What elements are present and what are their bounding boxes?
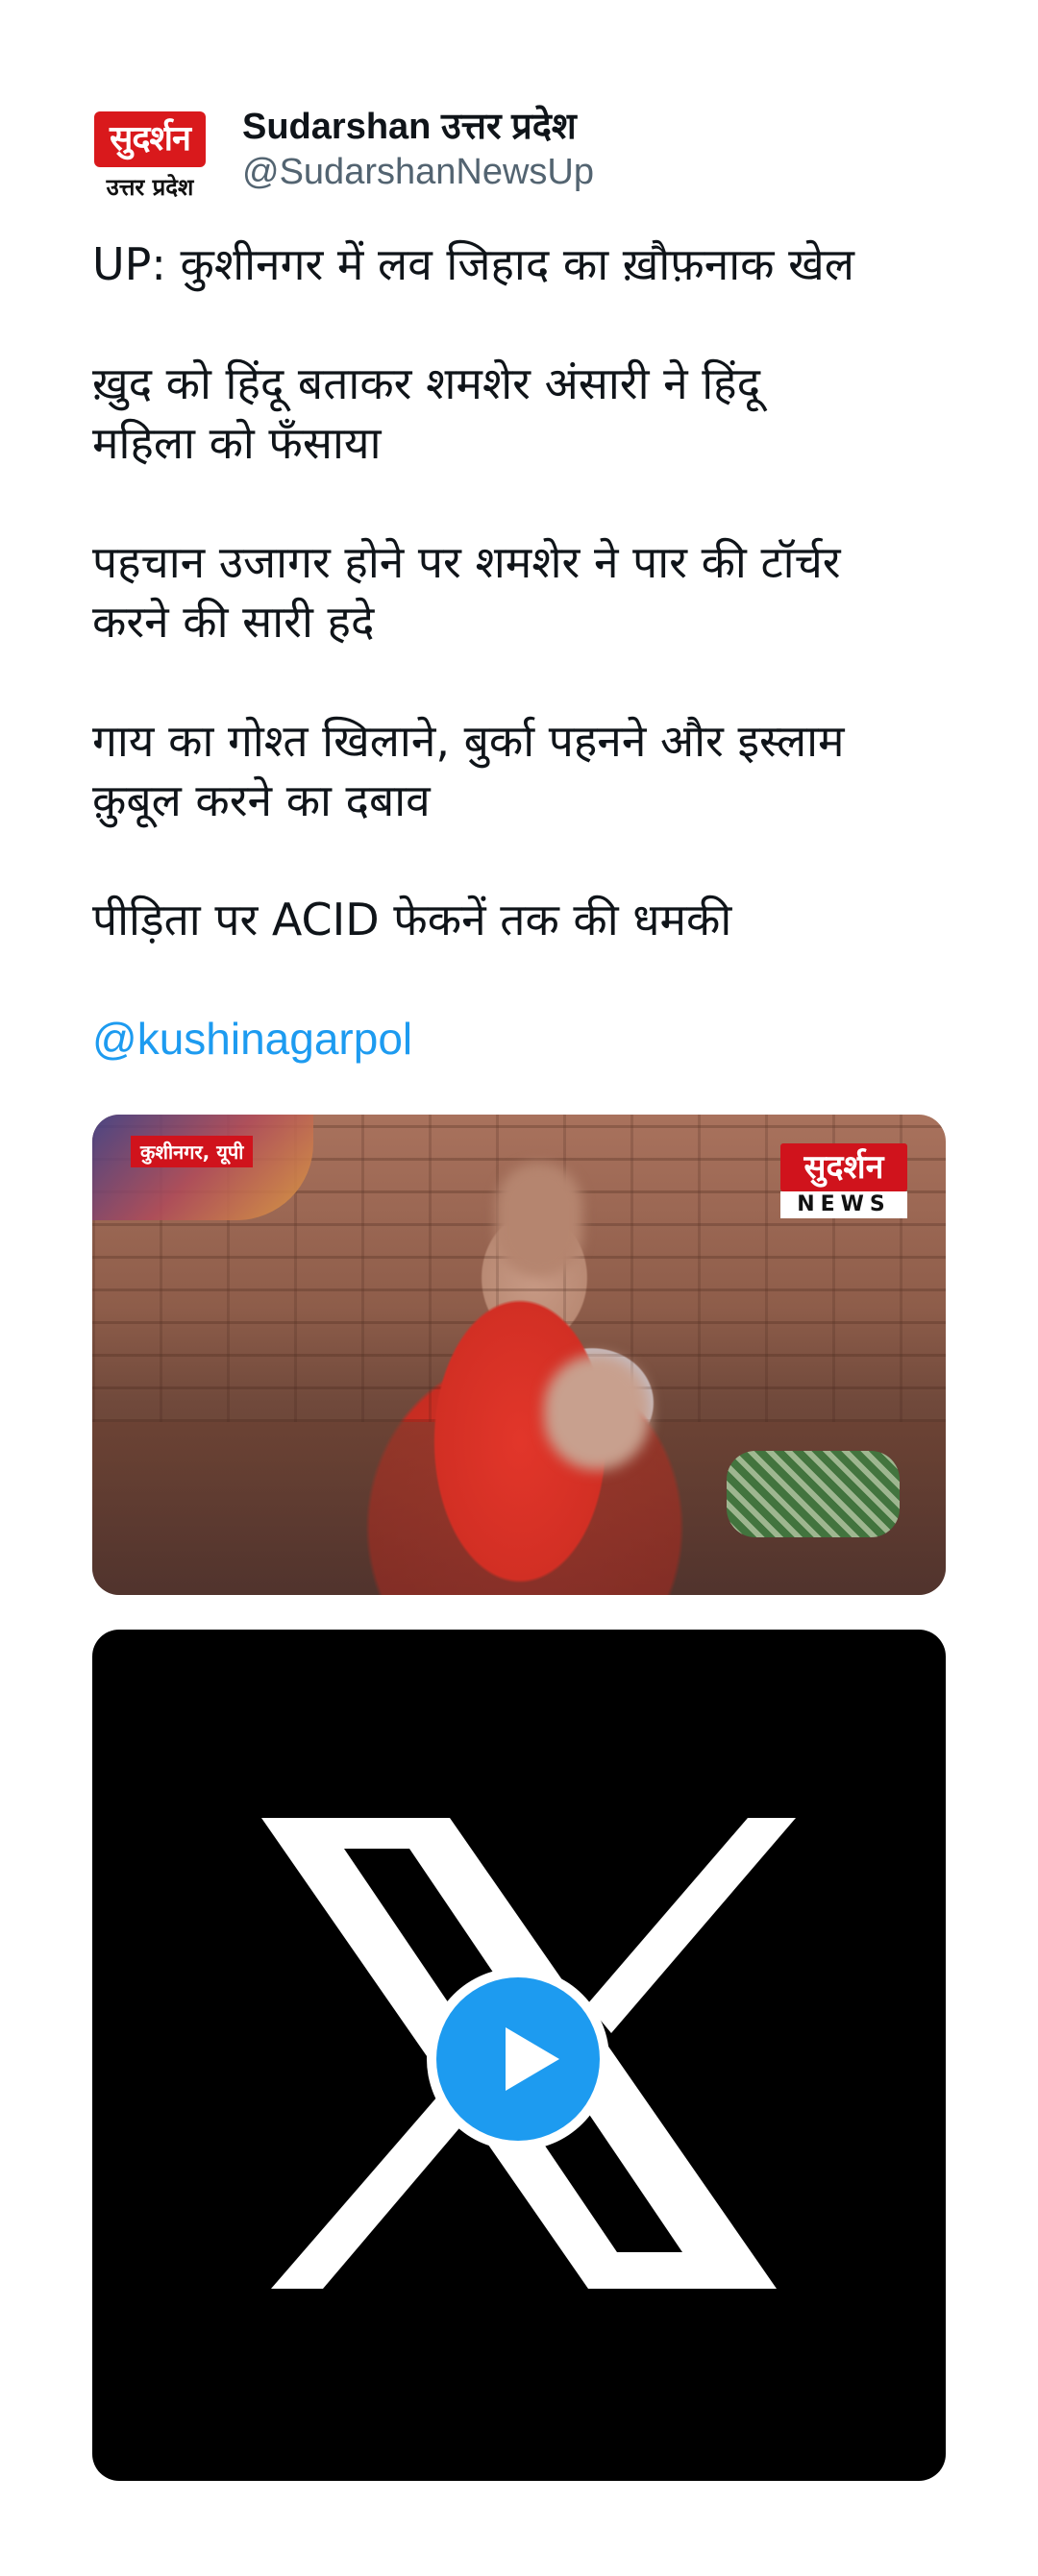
play-icon [506,2027,559,2091]
hanging-cloth [92,1115,313,1220]
account-name[interactable]: Sudarshan उत्तर प्रदेश [242,100,577,150]
blurred-face [496,1163,582,1278]
tweet-paragraph: पहचान उजागर होने पर शमशेर ने पार की टॉर्… [92,536,841,648]
media-image[interactable]: कुशीनगर, यूपी सुदर्शन NEWS [92,1115,946,1595]
news-logo-top: सुदर्शन [780,1143,907,1191]
tweet-paragraph: ख़ुद को हिंदू बताकर शमशेर अंसारी ने हिंद… [92,357,761,469]
tweet-header: सुदर्शन उत्तर प्रदेश Sudarshan उत्तर प्र… [92,100,957,215]
tweet-text: UP: कुशीनगर में लव जिहाद का ख़ौफ़नाक खेल… [92,234,957,1068]
news-logo-bottom: NEWS [780,1191,907,1218]
tweet-paragraph: UP: कुशीनगर में लव जिहाद का ख़ौफ़नाक खेल [92,238,854,290]
avatar-subtitle: उत्तर प्रदेश [106,174,194,201]
blurred-baby [544,1355,650,1470]
play-button[interactable] [427,1968,609,2150]
news-logo: सुदर्शन NEWS [780,1143,907,1218]
avatar-brand: सुदर्शन [94,111,206,167]
avatar[interactable]: सुदर्शन उत्तर प्रदेश [92,108,208,204]
play-button-fill [436,1977,600,2141]
mention-link[interactable]: @kushinagarpol [92,1009,957,1068]
media-video[interactable] [92,1630,946,2481]
pillow [727,1451,900,1537]
account-handle[interactable]: @SudarshanNewsUp [242,152,594,193]
tweet-paragraph: पीड़िता पर ACID फेकनें तक की धमकी [92,894,732,945]
location-tag: कुशीनगर, यूपी [131,1136,254,1167]
tweet-paragraph: गाय का गोश्त खिलाने, बुर्का पहनने और इस्… [92,715,845,826]
